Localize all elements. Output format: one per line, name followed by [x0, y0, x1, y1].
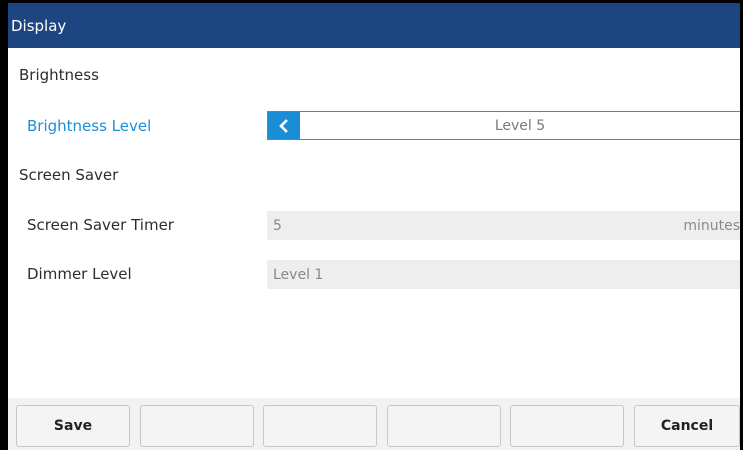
brightness-level-value: Level 5	[494, 117, 546, 134]
save-button[interactable]: Save	[16, 405, 130, 447]
dimmer-level-label: Dimmer Level	[27, 265, 132, 283]
cancel-button[interactable]: Cancel	[634, 405, 740, 447]
screen-saver-timer-field[interactable]: 5 minutes	[267, 211, 740, 240]
softkey-4[interactable]	[387, 405, 501, 447]
brightness-level-label: Brightness Level	[27, 117, 152, 135]
title-bar: Display	[8, 3, 740, 48]
screen-frame-left	[0, 0, 8, 450]
softkey-2[interactable]	[140, 405, 254, 447]
section-header-screen-saver: Screen Saver	[19, 166, 119, 184]
chevron-left-icon[interactable]	[268, 112, 300, 139]
section-header-brightness: Brightness	[19, 66, 99, 84]
softkey-3[interactable]	[263, 405, 377, 447]
softkey-5[interactable]	[510, 405, 624, 447]
brightness-level-selector[interactable]: Level 5	[267, 111, 740, 140]
dimmer-level-value: Level 1	[273, 266, 324, 283]
chevron-left-shape	[279, 118, 288, 133]
page-title: Display	[11, 16, 67, 35]
screen-saver-timer-value: 5	[273, 217, 282, 234]
screen-saver-timer-label: Screen Saver Timer	[27, 216, 174, 234]
screen-saver-timer-unit: minutes	[683, 217, 740, 234]
dimmer-level-field[interactable]: Level 1	[267, 260, 740, 289]
